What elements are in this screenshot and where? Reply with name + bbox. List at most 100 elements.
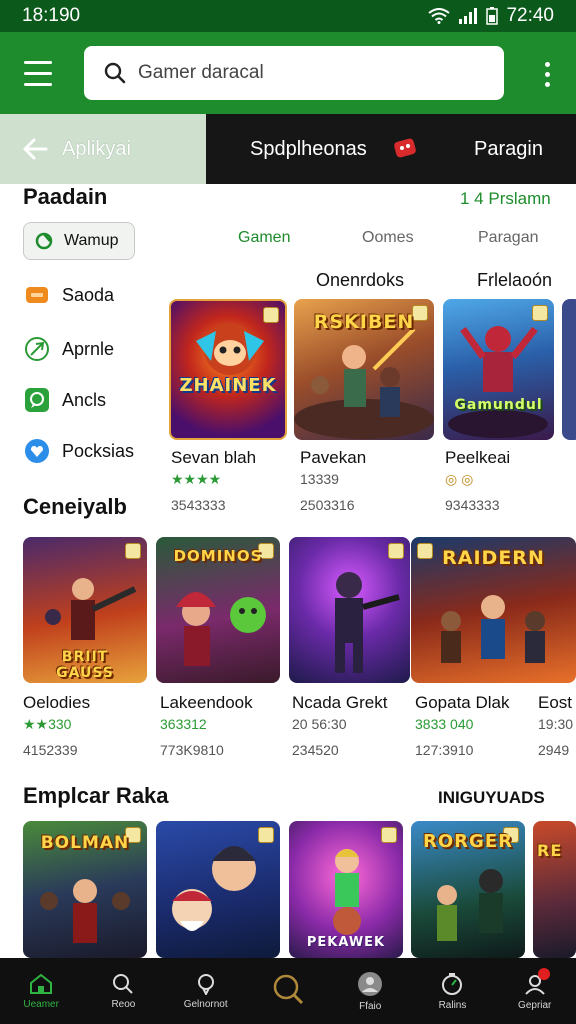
category-item[interactable]: Ancls — [24, 385, 106, 415]
game-meta: 2949 — [538, 742, 570, 758]
nav-label: Ralins — [438, 999, 467, 1011]
filter-tab-oomes[interactable]: Oomes — [362, 229, 414, 247]
game-meta: 773K9810 — [160, 742, 224, 758]
section-link[interactable]: 1 4 Prslamn — [460, 189, 551, 209]
category-item[interactable]: Saoda — [24, 280, 114, 310]
nav-item-pin[interactable]: Gelnornot — [165, 958, 247, 1024]
game-card-art[interactable]: PEKAWEK — [289, 821, 403, 958]
timer-icon — [442, 972, 463, 995]
game-rating: 363312 — [160, 716, 207, 732]
game-card-art[interactable] — [156, 821, 280, 958]
tab-label: Spdplheonas — [250, 137, 367, 160]
tab-spdplheonas[interactable]: Spdplheonas — [250, 114, 367, 184]
game-card-art[interactable]: RSKIBEN — [294, 299, 434, 440]
nav-label: Gepriar — [518, 999, 552, 1011]
rating-badge-icon — [258, 827, 274, 843]
game-meta: 234520 — [292, 742, 339, 758]
game-meta: 9343333 — [445, 497, 500, 513]
search-icon — [104, 62, 126, 84]
status-bar: 18:190 72:40 — [0, 0, 576, 32]
rating-badge-icon — [263, 307, 279, 323]
game-title: Lakeendook — [160, 693, 253, 712]
game-logo: RE — [537, 841, 563, 860]
nav-item-account[interactable]: Gepriar — [494, 958, 576, 1024]
game-meta: 3543333 — [171, 497, 226, 513]
rating-badge-icon — [388, 543, 404, 559]
status-left-text: 18:190 — [22, 5, 81, 26]
game-card-art[interactable]: DOMINOS — [156, 537, 280, 683]
search-bar[interactable] — [84, 46, 504, 100]
search-input[interactable] — [138, 62, 478, 84]
nav-label: Reoo — [111, 998, 136, 1010]
column-header: Frlelaoón — [477, 270, 553, 290]
game-title: Eost — [538, 693, 573, 712]
game-logo: RORGER — [423, 831, 513, 852]
arrow-left-icon — [23, 138, 48, 160]
game-logo: BRIIT GAUSS — [56, 649, 114, 681]
game-card-art[interactable]: ZHAINEK — [169, 299, 287, 440]
hamburger-menu-icon[interactable] — [24, 58, 64, 88]
tab-paragin[interactable]: Paragin — [474, 114, 543, 184]
orange-tag-icon — [24, 282, 50, 308]
game-meta: 4152339 — [23, 742, 78, 758]
game-logo: Gamundul — [454, 397, 543, 413]
game-rating: ★★★★ — [171, 471, 222, 487]
section-title: Paadain — [23, 184, 108, 209]
filter-chip-active[interactable]: Wamup — [23, 222, 135, 260]
category-item[interactable]: Pocksias — [24, 436, 134, 466]
game-card-art[interactable]: BRIIT GAUSS — [23, 537, 147, 683]
category-label: Ancls — [62, 389, 107, 410]
gamepad-badge-icon[interactable] — [392, 136, 418, 162]
game-logo: PEKAWEK — [306, 935, 386, 950]
game-title: Gopata Dlak — [415, 693, 510, 712]
pin-icon — [197, 973, 214, 995]
game-card-art[interactable] — [289, 537, 410, 683]
game-logo: RAIDERN — [442, 547, 545, 569]
status-time: 72:40 — [506, 5, 554, 26]
game-card-art[interactable]: BOLMAN — [23, 821, 147, 958]
game-meta: 20 56:30 — [292, 716, 347, 732]
category-label: Aprnle — [62, 338, 115, 359]
nav-item-timer[interactable]: Ralins — [411, 958, 493, 1024]
rating-badge-icon — [125, 543, 141, 559]
filter-tab-gamen[interactable]: Gamen — [238, 229, 290, 247]
game-card-art[interactable]: RAIDERN — [411, 537, 576, 683]
tab-bar: Aplikyai Spdplheonas Paragin — [0, 114, 576, 184]
category-item[interactable]: Aprnle — [24, 334, 114, 364]
nav-item-profile[interactable]: Ffaio — [329, 958, 411, 1024]
filter-tab-paragan[interactable]: Paragan — [478, 229, 539, 247]
leaf-icon — [24, 336, 50, 362]
nav-label: Ffaio — [359, 1000, 382, 1012]
profile-icon — [358, 971, 383, 996]
game-title: Sevan blah — [171, 448, 257, 467]
blue-heart-icon — [24, 438, 50, 464]
nav-item-home[interactable]: Ueamer — [0, 958, 82, 1024]
notification-badge — [537, 968, 550, 980]
more-options-icon[interactable] — [545, 62, 550, 87]
section-link[interactable]: INIGUYUADS — [438, 788, 545, 808]
game-meta: 127:3910 — [415, 742, 474, 758]
bottom-navigation: Ueamer Reoo Gelnornot Ffaio Ralins Gepri… — [0, 958, 576, 1024]
section-title: Ceneiyalb — [23, 494, 127, 519]
game-logo: ZHAINEK — [179, 375, 277, 396]
section-title: Emplcar Raka — [23, 783, 169, 808]
wifi-icon — [428, 8, 451, 24]
game-card-art[interactable]: RORGER — [411, 821, 525, 958]
game-card-art[interactable]: Gamundul — [443, 299, 554, 440]
game-card-art[interactable]: RE — [533, 821, 576, 958]
game-meta: 13339 — [300, 471, 339, 487]
column-header: Onenrdoks — [316, 270, 405, 290]
nav-label: Ueamer — [23, 998, 59, 1010]
game-card-art[interactable] — [562, 299, 576, 440]
rating-badge-icon — [532, 305, 548, 321]
game-logo: DOMINOS — [173, 547, 263, 565]
nav-item-search[interactable]: Reoo — [82, 958, 164, 1024]
game-title: Oelodies — [23, 693, 91, 712]
game-rating: 3833 040 — [415, 716, 474, 732]
battery-icon — [486, 7, 499, 25]
chip-label: Wamup — [64, 232, 119, 249]
status-icons: 72:40 — [428, 5, 554, 27]
back-tab[interactable]: Aplikyai — [0, 114, 206, 184]
nav-item-discover[interactable] — [247, 958, 329, 1024]
category-label: Pocksias — [62, 440, 135, 461]
